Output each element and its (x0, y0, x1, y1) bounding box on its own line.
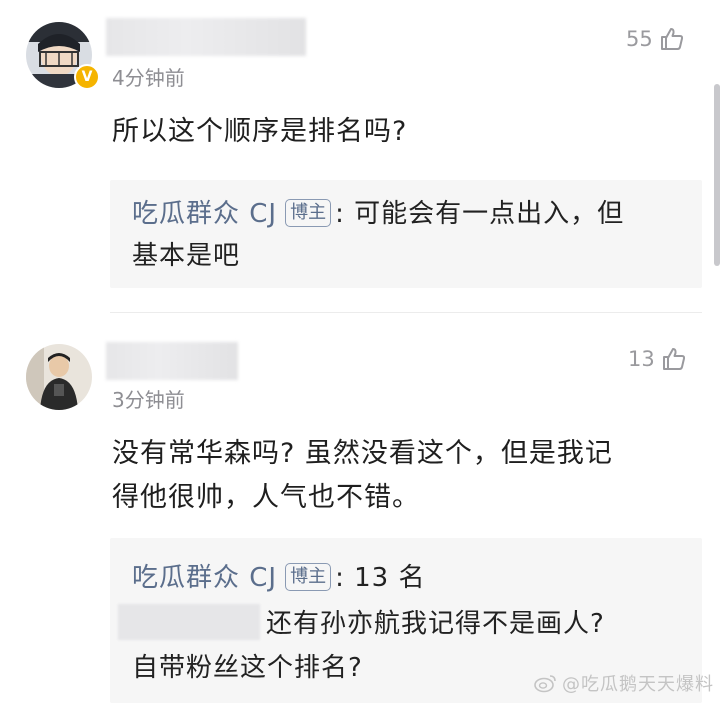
like-count: 13 (628, 347, 655, 371)
comment-text: 没有常华森吗? 虽然没看这个，但是我记 (112, 438, 613, 469)
avatar[interactable] (26, 344, 92, 410)
watermark-text: @吃瓜鹅天天爆料 (562, 674, 714, 695)
watermark: @吃瓜鹅天天爆料 (534, 670, 714, 696)
comment-item: V 4分钟前 55 所以这个顺序是排名吗? 吃瓜群众 CJ 博主: 可能会有一点出… (0, 0, 726, 312)
comment-text: 所以这个顺序是排名吗? (112, 116, 408, 147)
reply-box[interactable]: 吃瓜群众 CJ 博主: 可能会有一点出入，但 基本是吧 (110, 180, 702, 288)
comment-text: 得他很帅，人气也不错。 (112, 482, 420, 513)
reply-text: : 13 名 (335, 563, 426, 593)
username-redacted (106, 18, 306, 56)
reply-text: 基本是吧 (132, 241, 241, 271)
thumbs-up-icon (662, 348, 685, 370)
reply-text: 自带粉丝这个排名? (132, 653, 363, 683)
username-redacted (118, 604, 260, 640)
author-tag: 博主 (285, 563, 332, 591)
like-button[interactable]: 55 (626, 26, 685, 52)
comment-item: 3分钟前 13 没有常华森吗? 虽然没看这个，但是我记 得他很帅，人气也不错。 … (0, 312, 726, 703)
author-tag: 博主 (285, 199, 332, 227)
weibo-logo-icon (534, 675, 556, 693)
reply-text: 还有孙亦航我记得不是画人? (266, 609, 605, 639)
reply-author[interactable]: 吃瓜群众 CJ (132, 199, 277, 229)
username-redacted (106, 342, 238, 380)
like-button[interactable]: 13 (628, 346, 687, 372)
reply-author[interactable]: 吃瓜群众 CJ (132, 563, 277, 593)
reply-text: : 可能会有一点出入，但 (335, 199, 625, 229)
comment-time: 3分钟前 (112, 388, 185, 412)
verified-badge-icon: V (74, 64, 100, 90)
thumbs-up-icon (660, 28, 683, 50)
like-count: 55 (626, 27, 653, 51)
scrollbar[interactable] (714, 84, 720, 266)
comment-time: 4分钟前 (112, 66, 185, 90)
